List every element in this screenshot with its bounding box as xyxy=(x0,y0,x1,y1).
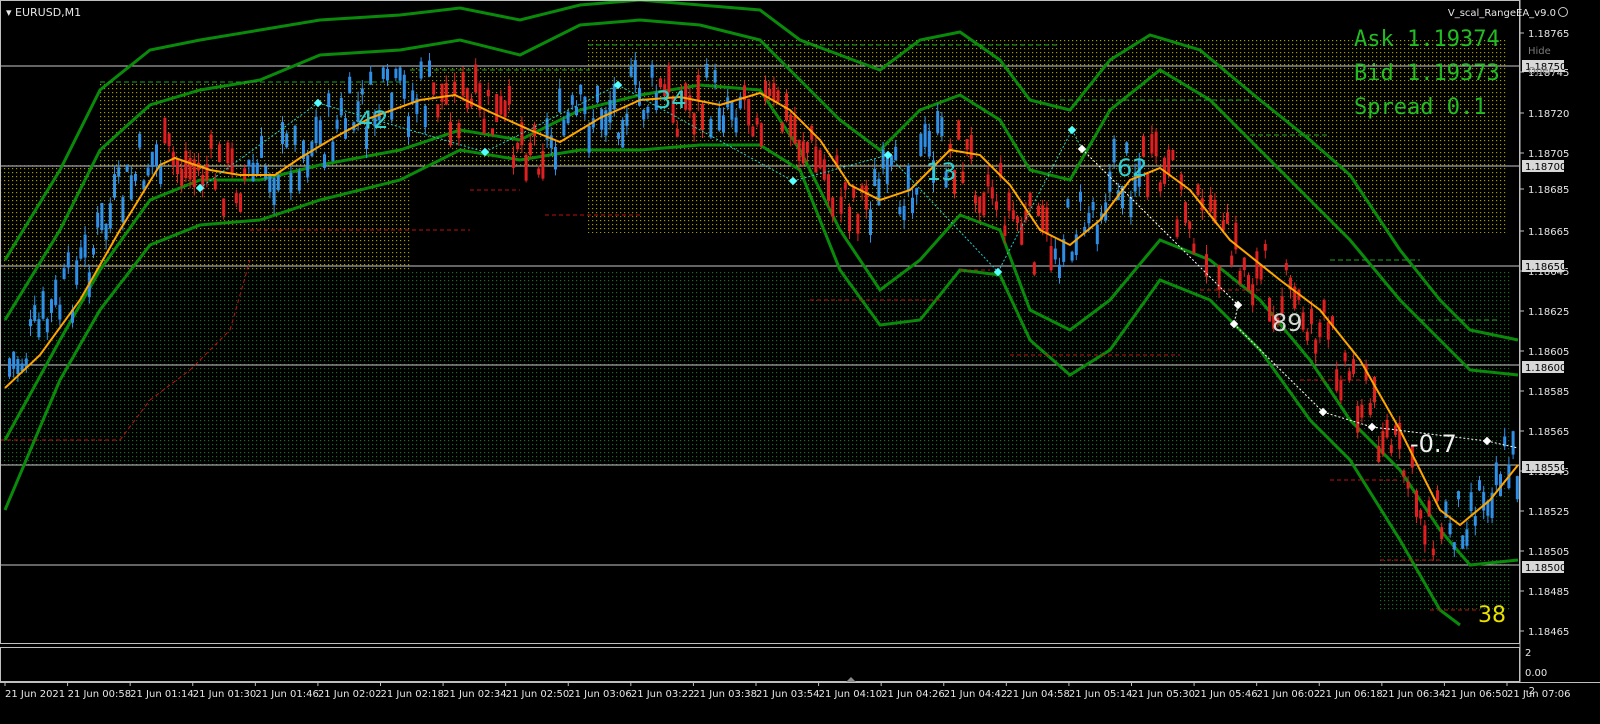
symbol-title[interactable]: ▾ EURUSD,M1 xyxy=(6,6,81,19)
time-tick: 21 Jun 05:46 xyxy=(1194,689,1258,700)
time-tick: 21 Jun 03:54 xyxy=(756,689,820,700)
trade-label: 34 xyxy=(656,86,687,114)
expert-status-icon[interactable] xyxy=(1558,7,1568,17)
price-tick: 1.18565 xyxy=(1528,427,1569,438)
hide-button[interactable]: Hide xyxy=(1528,46,1551,57)
scroll-marker-icon[interactable] xyxy=(846,677,856,682)
time-tick: 21 Jun 2021 xyxy=(5,689,65,700)
time-tick: 21 Jun 05:30 xyxy=(1132,689,1196,700)
symbol-title-text: EURUSD,M1 xyxy=(15,6,82,19)
trade-label: 62 xyxy=(1117,154,1148,182)
price-tick: 1.18765 xyxy=(1528,29,1569,40)
time-tick: 21 Jun 04:26 xyxy=(881,689,945,700)
time-tick: 21 Jun 02:18 xyxy=(381,689,445,700)
trade-label: 89 xyxy=(1272,309,1303,337)
trade-label: 42 xyxy=(358,106,389,134)
price-level-label: 1.18550 xyxy=(1525,463,1566,474)
time-axis: 21 Jun 2021 21 Jun 00:58 21 Jun 01:14 21 Ju… xyxy=(4,682,1571,700)
price-tick: 1.18585 xyxy=(1528,387,1569,398)
price-tick: 1.18720 xyxy=(1528,109,1569,120)
trade-label: 13 xyxy=(926,158,957,186)
price-tick: 1.18525 xyxy=(1528,507,1569,518)
price-tick: 1.18625 xyxy=(1528,307,1569,318)
price-level-label: 1.18700 xyxy=(1525,162,1566,173)
time-tick: 21 Jun 07:06 xyxy=(1507,689,1571,700)
price-level-label: 1.18650 xyxy=(1525,262,1566,273)
indicator-tick: 2 xyxy=(1525,648,1531,659)
price-tick: 1.18665 xyxy=(1528,227,1569,238)
time-tick: 21 Jun 03:22 xyxy=(631,689,695,700)
time-tick: 21 Jun 02:34 xyxy=(443,689,507,700)
bid-price: Bid 1.19373 xyxy=(1354,61,1500,86)
trade-label: 38 xyxy=(1478,603,1506,628)
price-tick: 1.18685 xyxy=(1528,185,1569,196)
time-tick: 21 Jun 01:46 xyxy=(255,689,319,700)
price-level-label: 1.18600 xyxy=(1525,363,1566,374)
time-tick: 21 Jun 02:50 xyxy=(506,689,570,700)
time-tick: 21 Jun 01:30 xyxy=(193,689,257,700)
trade-label: -0.7 xyxy=(1410,430,1457,458)
time-tick: 21 Jun 06:02 xyxy=(1257,689,1321,700)
time-tick: 21 Jun 04:10 xyxy=(819,689,883,700)
indicator-frame xyxy=(0,647,1520,682)
price-tick: 1.18505 xyxy=(1528,547,1569,558)
time-tick: 21 Jun 04:42 xyxy=(944,689,1008,700)
price-tick: 1.18465 xyxy=(1528,627,1569,638)
time-tick: 21 Jun 06:18 xyxy=(1319,689,1383,700)
time-tick: 21 Jun 04:58 xyxy=(1006,689,1070,700)
price-tick: 1.18605 xyxy=(1528,347,1569,358)
time-tick: 21 Jun 06:34 xyxy=(1382,689,1446,700)
open-button[interactable]: Open xyxy=(1528,66,1555,77)
time-tick: 21 Jun 06:50 xyxy=(1444,689,1508,700)
expert-name: V_scal_RangeEA_v9.0 xyxy=(1447,8,1556,19)
price-tick: 1.18485 xyxy=(1528,587,1569,598)
time-tick: 21 Jun 03:38 xyxy=(693,689,757,700)
price-level-label: 1.18500 xyxy=(1525,563,1566,574)
price-chart[interactable]: 42 34 13 62 89 -0.7 38 1.18765 1.18745 1.18720 1.… xyxy=(0,0,1600,720)
indicator-tick: 0.00 xyxy=(1525,668,1547,679)
time-tick: 21 Jun 03:06 xyxy=(568,689,632,700)
ask-price: Ask 1.19374 xyxy=(1354,27,1500,52)
price-axis: 1.187651.187451.187201.187051.186851.186… xyxy=(1520,29,1569,638)
time-tick: 21 Jun 02:02 xyxy=(318,689,382,700)
price-tick: 1.18705 xyxy=(1528,149,1569,160)
spread-value: Spread 0.1 xyxy=(1354,95,1487,120)
time-tick: 21 Jun 01:14 xyxy=(130,689,194,700)
time-tick: 21 Jun 00:58 xyxy=(68,689,132,700)
time-tick: 21 Jun 05:14 xyxy=(1069,689,1133,700)
